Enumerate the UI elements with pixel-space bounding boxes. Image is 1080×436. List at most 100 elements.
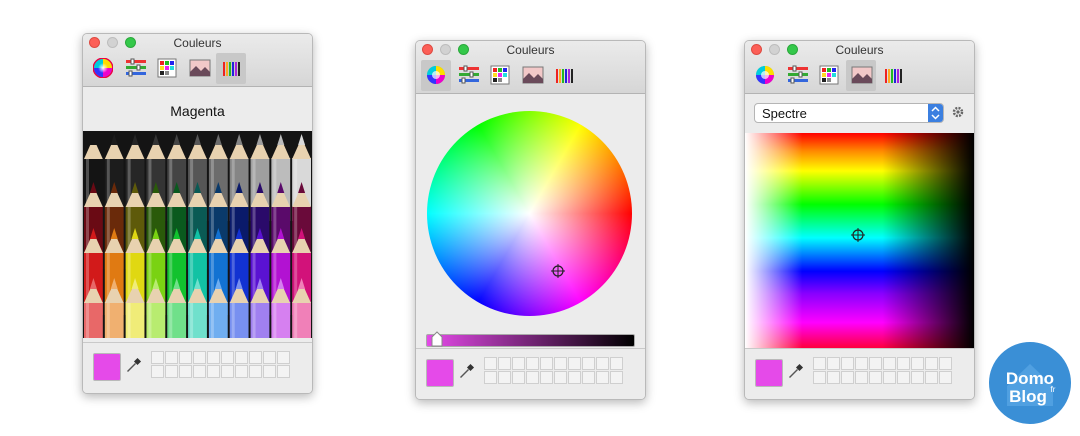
eyedropper-icon[interactable] bbox=[787, 362, 805, 380]
favorites-grid[interactable] bbox=[813, 357, 952, 384]
favorite-color-cell[interactable] bbox=[813, 357, 826, 370]
favorites-grid[interactable] bbox=[484, 357, 623, 384]
favorite-color-cell[interactable] bbox=[221, 351, 234, 364]
favorite-color-cell[interactable] bbox=[869, 357, 882, 370]
favorite-color-cell[interactable] bbox=[568, 371, 581, 384]
favorite-color-cell[interactable] bbox=[925, 371, 938, 384]
favorite-color-cell[interactable] bbox=[277, 351, 290, 364]
slider-knob[interactable] bbox=[431, 330, 443, 348]
current-color-swatch[interactable] bbox=[426, 359, 454, 387]
favorite-color-cell[interactable] bbox=[151, 351, 164, 364]
tab-pencils[interactable] bbox=[549, 60, 579, 91]
tab-sliders[interactable] bbox=[120, 53, 150, 84]
favorite-color-cell[interactable] bbox=[841, 357, 854, 370]
favorite-color-cell[interactable] bbox=[484, 371, 497, 384]
favorite-color-cell[interactable] bbox=[235, 351, 248, 364]
favorite-color-cell[interactable] bbox=[925, 357, 938, 370]
favorite-color-cell[interactable] bbox=[179, 365, 192, 378]
favorite-color-cell[interactable] bbox=[554, 371, 567, 384]
crosshair-icon[interactable] bbox=[851, 228, 865, 242]
eyedropper-icon[interactable] bbox=[458, 362, 476, 380]
tab-color-wheel[interactable] bbox=[421, 60, 451, 91]
favorite-color-cell[interactable] bbox=[249, 365, 262, 378]
window-title: Couleurs bbox=[835, 43, 884, 57]
favorite-color-cell[interactable] bbox=[207, 365, 220, 378]
favorite-color-cell[interactable] bbox=[568, 357, 581, 370]
favorite-color-cell[interactable] bbox=[841, 371, 854, 384]
gear-icon[interactable] bbox=[951, 105, 965, 119]
favorite-color-cell[interactable] bbox=[277, 365, 290, 378]
tab-palettes[interactable] bbox=[814, 60, 844, 91]
favorite-color-cell[interactable] bbox=[235, 365, 248, 378]
crosshair-icon[interactable] bbox=[551, 264, 565, 278]
pencils-icon bbox=[223, 62, 240, 76]
tab-palettes[interactable] bbox=[485, 60, 515, 91]
favorite-color-cell[interactable] bbox=[939, 371, 952, 384]
favorite-color-cell[interactable] bbox=[165, 365, 178, 378]
favorite-color-cell[interactable] bbox=[498, 357, 511, 370]
spectrum-picker[interactable] bbox=[745, 133, 974, 356]
favorite-color-cell[interactable] bbox=[151, 365, 164, 378]
brightness-slider[interactable] bbox=[426, 331, 635, 347]
favorite-color-cell[interactable] bbox=[883, 357, 896, 370]
favorite-color-cell[interactable] bbox=[596, 371, 609, 384]
domoblog-logo: Domo Blog fr bbox=[987, 340, 1073, 426]
favorite-color-cell[interactable] bbox=[484, 357, 497, 370]
favorite-color-cell[interactable] bbox=[911, 357, 924, 370]
current-color-swatch[interactable] bbox=[755, 359, 783, 387]
favorite-color-cell[interactable] bbox=[827, 357, 840, 370]
favorite-color-cell[interactable] bbox=[596, 357, 609, 370]
pencil-box[interactable] bbox=[83, 131, 312, 338]
favorite-color-cell[interactable] bbox=[526, 371, 539, 384]
favorite-color-cell[interactable] bbox=[610, 357, 623, 370]
favorite-color-cell[interactable] bbox=[526, 357, 539, 370]
sliders-icon bbox=[788, 65, 808, 84]
tab-color-wheel[interactable] bbox=[88, 53, 118, 84]
favorite-color-cell[interactable] bbox=[897, 357, 910, 370]
eyedropper-icon[interactable] bbox=[125, 356, 143, 374]
favorite-color-cell[interactable] bbox=[498, 371, 511, 384]
favorite-color-cell[interactable] bbox=[582, 357, 595, 370]
favorite-color-cell[interactable] bbox=[165, 351, 178, 364]
favorite-color-cell[interactable] bbox=[540, 357, 553, 370]
tab-palettes[interactable] bbox=[152, 53, 182, 84]
tab-pencils[interactable] bbox=[878, 60, 908, 91]
current-color-swatch[interactable] bbox=[93, 353, 121, 381]
tab-image-palettes[interactable] bbox=[846, 60, 876, 91]
favorite-color-cell[interactable] bbox=[193, 365, 206, 378]
favorite-color-cell[interactable] bbox=[249, 351, 262, 364]
logo-suffix: fr bbox=[1051, 385, 1056, 394]
tab-image-palettes[interactable] bbox=[517, 60, 547, 91]
favorite-color-cell[interactable] bbox=[827, 371, 840, 384]
favorites-grid[interactable] bbox=[151, 351, 290, 378]
tab-sliders[interactable] bbox=[453, 60, 483, 91]
favorite-color-cell[interactable] bbox=[897, 371, 910, 384]
favorite-color-cell[interactable] bbox=[939, 357, 952, 370]
favorite-color-cell[interactable] bbox=[221, 365, 234, 378]
tab-pencils[interactable] bbox=[216, 53, 246, 84]
favorite-color-cell[interactable] bbox=[855, 371, 868, 384]
favorite-color-cell[interactable] bbox=[855, 357, 868, 370]
favorite-color-cell[interactable] bbox=[512, 371, 525, 384]
color-wheel[interactable] bbox=[427, 111, 632, 316]
favorite-color-cell[interactable] bbox=[883, 371, 896, 384]
favorite-color-cell[interactable] bbox=[813, 371, 826, 384]
favorite-color-cell[interactable] bbox=[554, 357, 567, 370]
favorite-color-cell[interactable] bbox=[263, 351, 276, 364]
color-wheel-icon bbox=[427, 66, 445, 84]
favorite-color-cell[interactable] bbox=[582, 371, 595, 384]
favorite-color-cell[interactable] bbox=[540, 371, 553, 384]
logo-line1: Domo bbox=[1006, 369, 1054, 388]
favorite-color-cell[interactable] bbox=[179, 351, 192, 364]
favorite-color-cell[interactable] bbox=[869, 371, 882, 384]
tab-image-palettes[interactable] bbox=[184, 53, 214, 84]
tab-color-wheel[interactable] bbox=[750, 60, 780, 91]
favorite-color-cell[interactable] bbox=[207, 351, 220, 364]
favorite-color-cell[interactable] bbox=[193, 351, 206, 364]
palette-popup[interactable]: Spectre bbox=[754, 103, 944, 123]
favorite-color-cell[interactable] bbox=[610, 371, 623, 384]
tab-sliders[interactable] bbox=[782, 60, 812, 91]
favorite-color-cell[interactable] bbox=[911, 371, 924, 384]
favorite-color-cell[interactable] bbox=[263, 365, 276, 378]
favorite-color-cell[interactable] bbox=[512, 357, 525, 370]
